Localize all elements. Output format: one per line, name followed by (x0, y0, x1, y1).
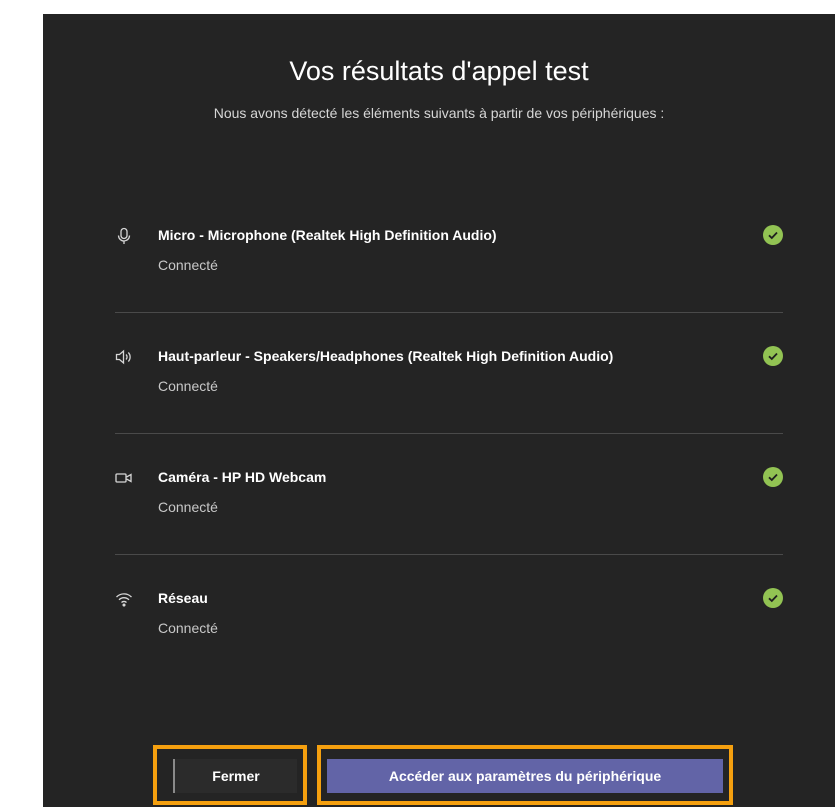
check-icon (763, 467, 783, 487)
check-icon (763, 346, 783, 366)
divider (115, 433, 783, 434)
device-row-microphone: Micro - Microphone (Realtek High Definit… (115, 225, 783, 347)
close-button[interactable]: Fermer (173, 759, 297, 793)
device-status: Connecté (158, 499, 218, 515)
close-button-highlight: Fermer (153, 745, 307, 805)
device-name: Micro - Microphone (Realtek High Definit… (158, 227, 497, 243)
wifi-icon (115, 590, 133, 608)
divider (115, 312, 783, 313)
test-call-results-dialog: Vos résultats d'appel test Nous avons dé… (43, 14, 835, 807)
device-row-network: Réseau Connecté (115, 588, 783, 710)
microphone-icon (115, 227, 133, 245)
device-row-speaker: Haut-parleur - Speakers/Headphones (Real… (115, 346, 783, 468)
dialog-title: Vos résultats d'appel test (289, 56, 589, 86)
device-status: Connecté (158, 257, 218, 273)
device-status: Connecté (158, 620, 218, 636)
speaker-icon (115, 348, 133, 366)
device-name: Réseau (158, 590, 208, 606)
device-settings-button[interactable]: Accéder aux paramètres du périphérique (327, 759, 723, 793)
divider (115, 554, 783, 555)
device-status: Connecté (158, 378, 218, 394)
device-name: Caméra - HP HD Webcam (158, 469, 327, 485)
device-row-camera: Caméra - HP HD Webcam Connecté (115, 467, 783, 589)
camera-icon (115, 469, 133, 487)
dialog-subtitle: Nous avons détecté les éléments suivants… (213, 105, 665, 121)
device-name: Haut-parleur - Speakers/Headphones (Real… (158, 348, 614, 364)
check-icon (763, 225, 783, 245)
check-icon (763, 588, 783, 608)
settings-button-highlight: Accéder aux paramètres du périphérique (317, 745, 733, 805)
